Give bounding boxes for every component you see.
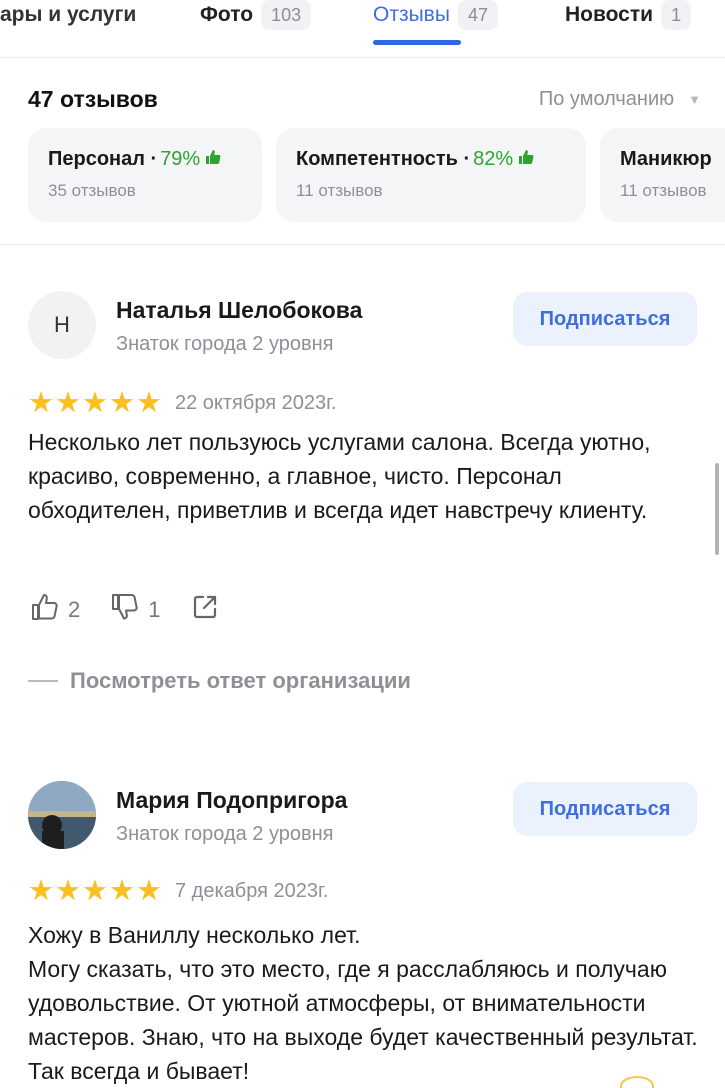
thumbs-down-icon <box>110 592 140 628</box>
thumbs-up-icon <box>205 149 221 170</box>
star-icon: ★ <box>82 387 108 419</box>
dislike-button[interactable]: 1 <box>110 592 161 628</box>
divider <box>0 57 725 58</box>
aspect-title: Компетентность · <box>296 148 471 170</box>
review-count-heading: 47 отзывов <box>28 86 158 112</box>
review-text-line: Могу сказать, что это место, где я рассл… <box>28 956 698 1084</box>
sort-dropdown[interactable]: По умолчанию ▼ <box>539 88 701 111</box>
chevron-down-icon: ▼ <box>688 92 701 107</box>
scrollbar[interactable] <box>715 463 719 555</box>
view-org-response-link[interactable]: Посмотреть ответ организации <box>28 668 411 694</box>
subscribe-button[interactable]: Подписаться <box>513 292 697 346</box>
sort-label: По умолчанию <box>538 88 675 110</box>
avatar-letter: Н <box>54 312 70 337</box>
aspect-percent: 82% <box>473 148 514 170</box>
star-icon: ★ <box>136 387 162 419</box>
tab-label: Фото <box>200 3 254 26</box>
star-icon: ★ <box>82 875 108 907</box>
like-button[interactable]: 2 <box>30 592 80 628</box>
aspect-review-count: 11 отзывов <box>620 181 707 200</box>
tab-label: Отзывы <box>373 3 450 26</box>
tab-bar: ары и услуги Фото 103 Отзывы 47 Новости … <box>0 0 725 58</box>
review-text-line: Хожу в Ваниллу несколько лет. <box>28 922 361 948</box>
rating-stars: ★ ★ ★ ★ ★ 7 декабря 2023г. <box>28 877 328 906</box>
tab-label: Новости <box>565 3 654 26</box>
share-button[interactable] <box>191 593 219 627</box>
tab-count-badge: 47 <box>457 0 498 30</box>
divider <box>0 244 725 245</box>
review-text: Хожу в Ваниллу несколько лет. Могу сказа… <box>28 918 700 1088</box>
dash-icon <box>28 680 58 682</box>
avatar[interactable]: Н <box>28 291 96 359</box>
aspect-card-competence[interactable]: Компетентность · 82% 11 отзывов <box>276 128 586 222</box>
star-icon: ★ <box>28 875 54 907</box>
author-name[interactable]: Наталья Шелобокова <box>116 297 362 324</box>
rating-stars: ★ ★ ★ ★ ★ 22 октября 2023г. <box>28 389 337 418</box>
thumbs-up-icon <box>518 149 534 170</box>
avatar-photo <box>28 781 96 849</box>
tab-photos[interactable]: Фото 103 <box>200 0 312 30</box>
review-date: 22 октября 2023г. <box>175 392 337 414</box>
aspect-card-staff[interactable]: Персонал · 79% 35 отзывов <box>28 128 262 222</box>
tab-goods-services[interactable]: ары и услуги <box>0 0 136 30</box>
tab-label: ары и услуги <box>0 3 137 26</box>
like-count: 2 <box>68 597 81 622</box>
aspect-review-count: 35 отзывов <box>48 181 136 200</box>
review-text: Несколько лет пользуюсь услугами салона.… <box>28 429 651 523</box>
star-icon: ★ <box>55 387 81 419</box>
author-level: Знаток города 2 уровня <box>116 823 334 845</box>
active-tab-indicator <box>373 40 461 45</box>
aspect-card-manicure[interactable]: Маникюр 11 отзывов <box>600 128 725 222</box>
thumbs-up-icon <box>30 592 60 628</box>
tab-news[interactable]: Новости 1 <box>565 0 692 30</box>
author-level: Знаток города 2 уровня <box>116 333 334 355</box>
tab-count-badge: 1 <box>661 0 692 30</box>
star-icon: ★ <box>28 387 54 419</box>
review-actions: 2 1 <box>30 592 249 628</box>
dislike-count: 1 <box>148 597 161 622</box>
avatar[interactable] <box>28 781 96 849</box>
aspect-title: Маникюр <box>620 148 712 170</box>
share-icon <box>191 593 219 627</box>
star-icon: ★ <box>109 875 135 907</box>
star-icon: ★ <box>109 387 135 419</box>
author-name[interactable]: Мария Подопригора <box>116 787 347 814</box>
star-icon: ★ <box>55 875 81 907</box>
tab-reviews[interactable]: Отзывы 47 <box>373 0 498 30</box>
aspect-percent: 79% <box>160 148 201 170</box>
response-link-label: Посмотреть ответ организации <box>70 668 411 693</box>
reviews-page: ары и услуги Фото 103 Отзывы 47 Новости … <box>0 0 725 1088</box>
star-icon: ★ <box>136 875 162 907</box>
aspect-title: Персонал · <box>48 148 158 170</box>
tab-count-badge: 103 <box>261 0 312 30</box>
subscribe-button[interactable]: Подписаться <box>513 782 697 836</box>
aspect-review-count: 11 отзывов <box>296 181 383 200</box>
review-date: 7 декабря 2023г. <box>175 880 329 902</box>
